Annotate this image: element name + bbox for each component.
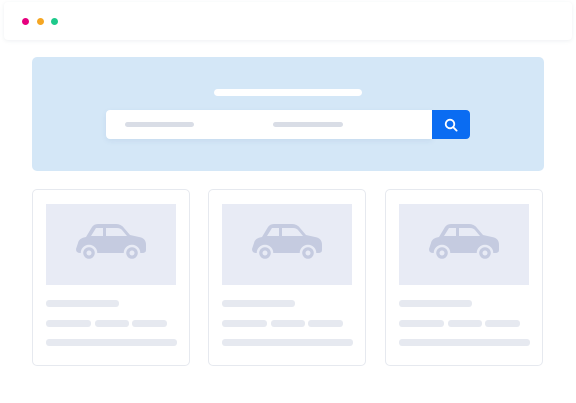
listing-title-placeholder [222, 300, 295, 307]
listing-meta-placeholder [271, 320, 305, 327]
listing-meta-placeholder [485, 320, 520, 327]
search-input[interactable] [106, 110, 432, 139]
listing-meta-placeholder [132, 320, 167, 327]
listing-meta-placeholder [46, 320, 91, 327]
window-minimize-button[interactable] [37, 18, 44, 25]
listing-meta-placeholder [399, 320, 444, 327]
listing-meta-placeholder [448, 320, 482, 327]
listing-thumbnail [46, 204, 176, 285]
search-hero [32, 57, 544, 171]
window-close-button[interactable] [22, 18, 29, 25]
listing-title-placeholder [46, 300, 119, 307]
car-icon [427, 223, 501, 268]
listing-meta-placeholder [308, 320, 343, 327]
listing-card[interactable] [385, 189, 543, 366]
listing-card[interactable] [32, 189, 190, 366]
window-maximize-button[interactable] [51, 18, 58, 25]
window-titlebar [4, 2, 572, 40]
search-input-placeholder [125, 122, 194, 127]
search-icon [444, 118, 458, 132]
car-icon [74, 223, 148, 268]
listing-thumbnail [222, 204, 352, 285]
listing-title-placeholder [399, 300, 472, 307]
listing-footer-placeholder [46, 339, 177, 346]
listing-footer-placeholder [399, 339, 530, 346]
listing-footer-placeholder [222, 339, 353, 346]
search-button[interactable] [432, 110, 470, 139]
listing-meta-placeholder [95, 320, 129, 327]
listing-card[interactable] [208, 189, 366, 366]
listing-thumbnail [399, 204, 529, 285]
search-input-placeholder-secondary [273, 122, 343, 127]
car-icon [250, 223, 324, 268]
hero-title-placeholder [214, 89, 362, 96]
listing-meta-placeholder [222, 320, 267, 327]
